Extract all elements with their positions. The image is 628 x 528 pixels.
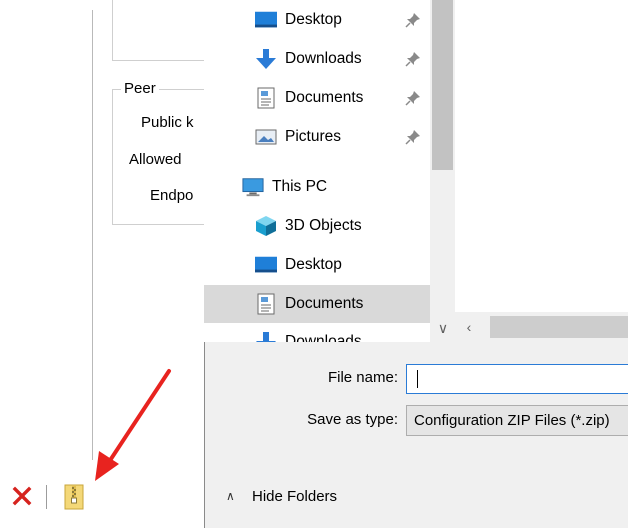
horizontal-scrollbar-thumb[interactable] (490, 316, 628, 338)
endpoint-label: Endpo (150, 187, 194, 204)
pictures-icon (255, 126, 277, 148)
save-as-type-select[interactable]: Configuration ZIP Files (*.zip) (406, 405, 628, 436)
nav-item-label: Desktop (285, 256, 342, 273)
nav-item-downloads-quick[interactable]: Downloads (255, 40, 362, 78)
save-as-type-value: Configuration ZIP Files (*.zip) (414, 412, 610, 429)
nav-item-3d-objects[interactable]: 3D Objects (255, 207, 362, 245)
toolbar-separator (46, 485, 47, 509)
nav-item-label: Documents (285, 89, 364, 106)
zip-file-icon[interactable] (64, 484, 84, 510)
nav-item-label: Documents (285, 295, 364, 312)
text-caret (417, 370, 418, 388)
nav-item-this-pc[interactable]: This PC (242, 168, 327, 206)
hide-folders-label: Hide Folders (252, 487, 338, 505)
documents-icon (255, 293, 277, 315)
nav-item-pictures-quick[interactable]: Pictures (255, 118, 341, 156)
nav-item-label: 3D Objects (285, 217, 362, 234)
nav-item-label: Downloads (285, 333, 362, 342)
file-list-pane[interactable] (455, 0, 628, 312)
nav-item-label: Desktop (285, 11, 342, 28)
nav-item-desktop-quick[interactable]: Desktop (255, 1, 342, 39)
chevron-up-icon: ∧ (226, 489, 235, 503)
downloads-icon (255, 48, 277, 70)
pin-icon (405, 52, 420, 67)
nav-item-documents[interactable]: Documents (255, 285, 363, 323)
hide-folders-button[interactable]: ∧ Hide Folders (226, 486, 337, 506)
scroll-down-icon[interactable]: ∨ (433, 320, 453, 336)
nav-item-label: This PC (272, 178, 328, 195)
pin-icon (405, 130, 420, 145)
file-name-label: File name: (327, 369, 398, 386)
nav-scrollbar-thumb[interactable] (432, 0, 453, 170)
peer-group-title: Peer (121, 80, 159, 98)
file-name-input[interactable] (406, 364, 628, 394)
nav-item-label: Pictures (285, 128, 341, 145)
computer-icon (242, 176, 264, 198)
pin-icon (405, 13, 420, 28)
desktop-icon (255, 9, 277, 31)
interface-group-box (112, 0, 212, 61)
nav-item-downloads[interactable]: Downloads (255, 323, 362, 342)
nav-item-desktop[interactable]: Desktop (255, 246, 342, 284)
delete-tunnel-icon[interactable] (10, 484, 34, 508)
nav-item-documents-quick[interactable]: Documents (255, 79, 363, 117)
pin-icon (405, 91, 420, 106)
scroll-left-icon[interactable]: ‹ (461, 318, 477, 336)
nav-item-label: Downloads (285, 50, 362, 67)
desktop-icon (255, 254, 277, 276)
annotation-arrow (85, 365, 185, 485)
documents-icon (255, 87, 277, 109)
3d-objects-icon (255, 215, 277, 237)
public-key-label: Public k (141, 114, 194, 131)
nav-item-downloads-clip: Downloads (204, 323, 430, 342)
downloads-icon (255, 331, 277, 342)
save-as-type-label: Save as type: (307, 411, 398, 428)
allowed-ips-label: Allowed (129, 151, 182, 168)
